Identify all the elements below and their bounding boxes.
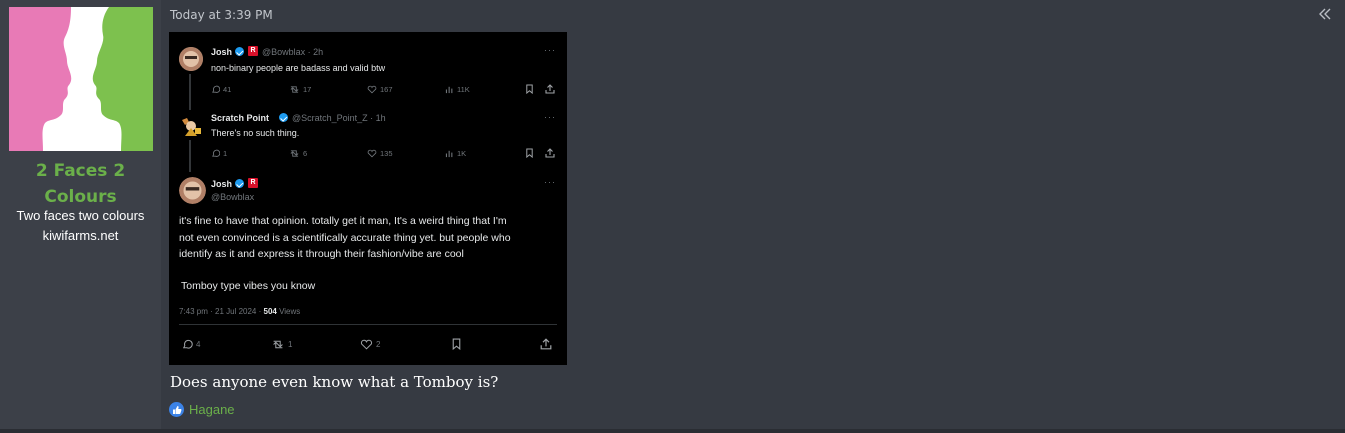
tweet-text: non-binary people are badass and valid b… [211, 63, 386, 73]
like-icon[interactable] [169, 402, 184, 417]
tweet-text: There's no such thing. [211, 128, 300, 138]
user-site: kiwifarms.net [42, 228, 119, 243]
like-value: 167 [380, 85, 393, 94]
user-sidebar: 2 Faces 2 Colours Two faces two colours … [0, 0, 161, 429]
like-value: 135 [380, 149, 393, 158]
tweet-avatar [179, 47, 203, 71]
post-timestamp[interactable]: Today at 3:39 PM [170, 8, 273, 22]
reply-count: 1 [211, 149, 227, 158]
share-icon [545, 148, 555, 158]
username[interactable]: 2 Faces 2 Colours [0, 158, 161, 210]
tweet-author-name: Josh [211, 47, 233, 57]
username-line[interactable]: 2 Faces 2 Colours [26, 158, 136, 210]
tweet-body-extra: Tomboy type vibes you know [181, 280, 316, 292]
divider [179, 324, 557, 325]
more-icon: ··· [544, 45, 556, 55]
like-value: 2 [376, 340, 381, 349]
tweet-body-line: not even convinced is a scientifically a… [179, 232, 511, 244]
post-main: Today at 3:39 PM Josh R @Bowblax · 2h ··… [161, 0, 1345, 429]
view-value: 1K [457, 149, 467, 158]
reply-value: 41 [223, 85, 232, 94]
verified-icon [279, 113, 288, 122]
tweet-body-line: it's fine to have that opinion. totally … [179, 215, 507, 227]
retweet-value: 1 [288, 340, 293, 349]
tweet-handle: @Bowblax [211, 192, 255, 202]
like-count: 135 [367, 149, 393, 158]
tweet-body-line: identify as it and express it through th… [179, 248, 464, 260]
retweet-value: 17 [303, 85, 312, 94]
bookmark-icon [525, 84, 534, 94]
tweet-avatar [179, 116, 203, 136]
tweet-handle: @Bowblax · 2h [262, 47, 324, 57]
tweet-handle: @Scratch_Point_Z · 1h [292, 113, 386, 123]
forum-post: 2 Faces 2 Colours Two faces two colours … [0, 0, 1345, 429]
embedded-tweet-image[interactable]: Josh R @Bowblax · 2h ··· non-binary peop… [169, 32, 567, 365]
thread-line [189, 140, 191, 172]
verified-icon [235, 47, 244, 56]
share-icon [545, 84, 555, 94]
badge-icon: R [248, 178, 258, 188]
more-icon: ··· [544, 177, 556, 187]
reply-count: 4 [181, 339, 200, 350]
retweet-count: 1 [271, 339, 292, 350]
retweet-value: 6 [303, 149, 308, 158]
collapse-icon[interactable] [1317, 6, 1333, 22]
tweet-author-name: Scratch Point [211, 113, 270, 123]
tweet-views: 504 [263, 307, 277, 316]
tweet-meta: 7:43 pm · 21 Jul 2024 · 504 Views [179, 307, 300, 316]
share-icon [540, 338, 552, 350]
thread-line [189, 74, 191, 110]
reaction-bar[interactable]: Hagane [169, 402, 235, 417]
badge-icon: R [248, 46, 258, 56]
view-count: 11K [445, 85, 470, 94]
tweet-author-name: Josh [211, 179, 233, 189]
bookmark-icon [451, 338, 462, 350]
like-count: 167 [367, 85, 393, 94]
bookmark-icon [525, 148, 534, 158]
post-message: Does anyone even know what a Tomboy is? [170, 373, 499, 391]
avatar[interactable] [9, 7, 153, 151]
view-count: 1K [445, 149, 466, 158]
tweet-avatar [179, 177, 206, 204]
view-value: 11K [457, 85, 470, 94]
user-title: Two faces two colours [16, 208, 145, 223]
like-count: 2 [360, 339, 380, 350]
tweet-date: 7:43 pm · 21 Jul 2024 · [179, 307, 264, 316]
more-icon: ··· [544, 112, 556, 122]
reply-value: 1 [223, 149, 228, 158]
reaction-user[interactable]: Hagane [189, 402, 235, 417]
tweet-views-label: Views [276, 307, 301, 316]
retweet-count: 17 [289, 85, 311, 94]
retweet-count: 6 [289, 149, 307, 158]
reply-value: 4 [196, 340, 201, 349]
verified-icon [235, 179, 244, 188]
reply-count: 41 [211, 85, 231, 94]
